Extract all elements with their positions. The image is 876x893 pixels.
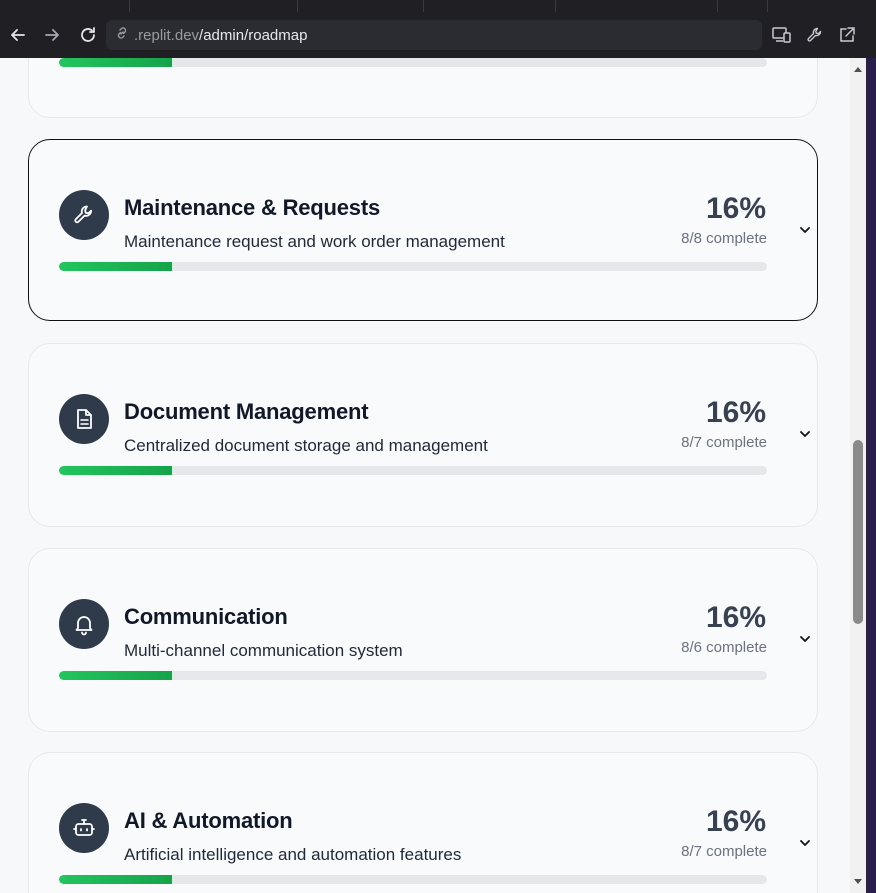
tab-strip: [0, 0, 876, 12]
card-description: Multi-channel communication system: [124, 641, 403, 660]
roadmap-card-partial[interactable]: [28, 58, 818, 118]
back-arrow-icon[interactable]: [6, 23, 30, 47]
card-title: Communication: [124, 604, 288, 629]
card-description: Maintenance request and work order manag…: [124, 232, 505, 251]
external-link-icon[interactable]: [835, 23, 859, 47]
chevron-down-icon[interactable]: [795, 220, 815, 240]
browser-tab[interactable]: [0, 0, 130, 12]
card-percent: 16%: [705, 192, 766, 225]
card-percent: 16%: [705, 396, 766, 429]
card-description: Centralized document storage and managem…: [124, 436, 488, 455]
card-count: 8/6 complete: [681, 639, 767, 656]
progress-bar: [59, 262, 767, 271]
card-description: Artificial intelligence and automation f…: [124, 845, 462, 864]
url-path: /admin/roadmap: [199, 26, 308, 44]
browser-tab[interactable]: [556, 0, 718, 12]
chevron-down-icon[interactable]: [795, 629, 815, 649]
card-count: 8/8 complete: [681, 230, 767, 247]
progress-fill: [59, 671, 173, 680]
browser-tab[interactable]: [130, 0, 298, 12]
progress-fill: [59, 262, 173, 271]
browser-toolbar: .replit.dev/admin/roadmap: [0, 12, 876, 58]
device-icon[interactable]: [770, 23, 794, 47]
card-title: AI & Automation: [124, 808, 293, 833]
chevron-down-icon[interactable]: [795, 424, 815, 444]
chevron-down-icon[interactable]: [795, 833, 815, 853]
browser-tab[interactable]: [718, 0, 768, 12]
card-count: 8/7 complete: [681, 434, 767, 451]
link-icon: [114, 25, 130, 46]
progress-fill: [59, 466, 173, 475]
page-scrollbar[interactable]: [850, 58, 866, 893]
wrench-icon: [59, 190, 109, 240]
progress-bar: [59, 671, 767, 680]
forward-arrow-icon[interactable]: [40, 23, 64, 47]
scrollbar-thumb[interactable]: [853, 440, 863, 624]
browser-tab[interactable]: [298, 0, 424, 12]
roadmap-card-ai[interactable]: AI & Automation Artificial intelligence …: [28, 752, 818, 893]
document-icon: [59, 394, 109, 444]
reload-icon[interactable]: [76, 23, 100, 47]
card-count: 8/7 complete: [681, 843, 767, 860]
card-title: Maintenance & Requests: [124, 195, 381, 220]
progress-fill: [59, 58, 173, 67]
roadmap-card-communication[interactable]: Communication Multi-channel communicatio…: [28, 548, 818, 732]
address-bar[interactable]: .replit.dev/admin/roadmap: [106, 20, 762, 50]
bell-icon: [59, 599, 109, 649]
roadmap-card-maintenance[interactable]: Maintenance & Requests Maintenance reque…: [28, 139, 818, 321]
progress-bar: [59, 58, 767, 67]
wrench-icon[interactable]: [803, 23, 827, 47]
progress-bar: [59, 466, 767, 475]
robot-icon: [59, 803, 109, 853]
browser-tab[interactable]: [424, 0, 556, 12]
progress-fill: [59, 875, 173, 884]
scroll-up-arrow-icon[interactable]: [850, 62, 866, 76]
card-percent: 16%: [705, 601, 766, 634]
card-title: Document Management: [124, 399, 369, 424]
card-percent: 16%: [705, 805, 766, 838]
page-content: Maintenance & Requests Maintenance reque…: [0, 58, 850, 893]
url-host: .replit.dev: [134, 26, 200, 44]
progress-bar: [59, 875, 767, 884]
window-edge: [866, 58, 876, 893]
roadmap-card-documents[interactable]: Document Management Centralized document…: [28, 343, 818, 527]
scroll-down-arrow-icon[interactable]: [850, 875, 866, 889]
